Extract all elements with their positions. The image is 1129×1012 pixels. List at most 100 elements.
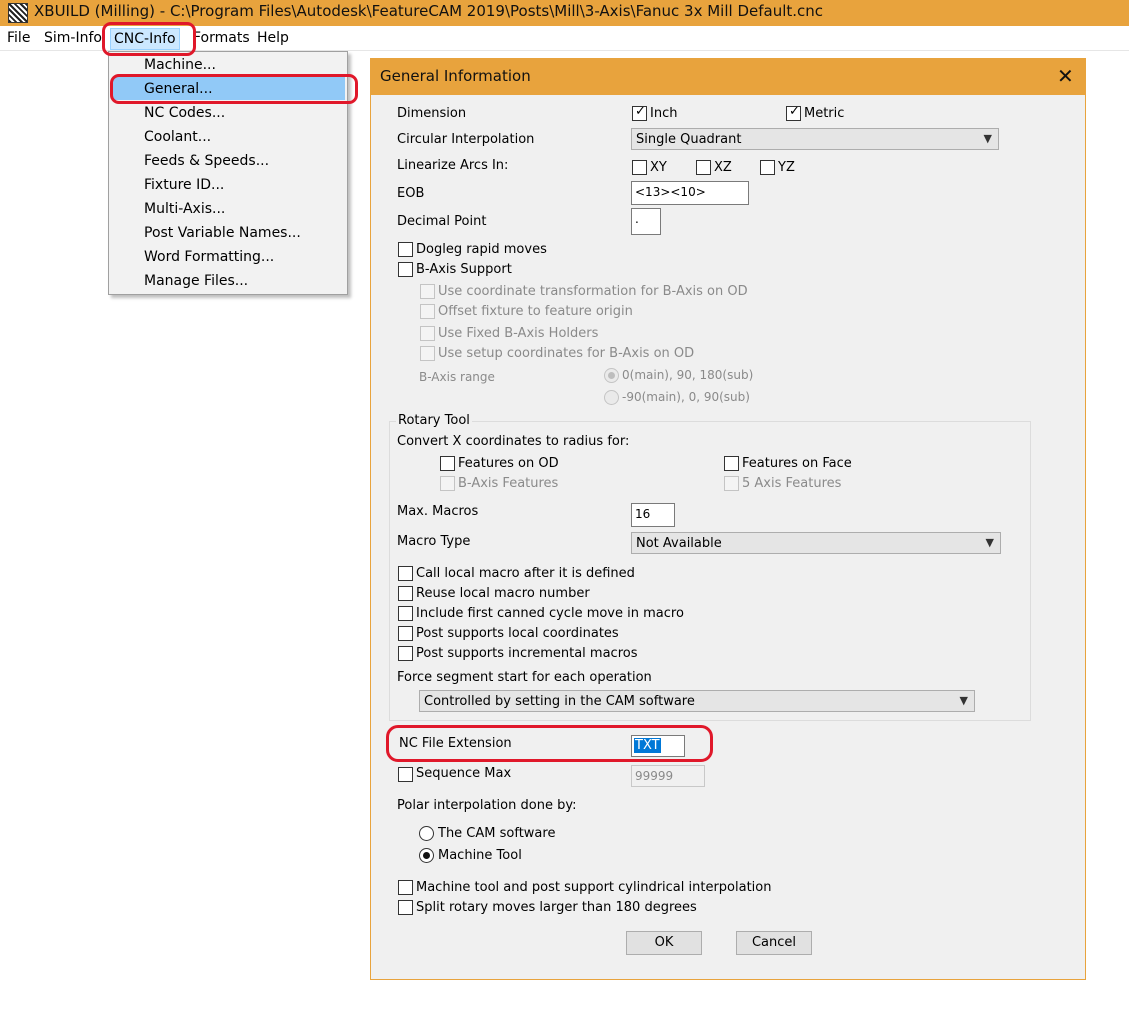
b-axis-support-checkbox[interactable] bbox=[398, 262, 413, 277]
menu-sim-info[interactable]: Sim-Info bbox=[41, 30, 105, 46]
app-icon bbox=[8, 3, 28, 23]
macro-option-checkbox[interactable] bbox=[398, 626, 413, 641]
inch-checkbox[interactable]: ✓ bbox=[632, 104, 647, 121]
force-segment-value: Controlled by setting in the CAM softwar… bbox=[424, 694, 695, 709]
macro-type-select[interactable]: Not Available ▼ bbox=[631, 532, 1001, 554]
menu-item-fixture-id[interactable]: Fixture ID... bbox=[144, 177, 224, 193]
sequence-max-value: 99999 bbox=[635, 769, 674, 783]
cancel-button[interactable]: Cancel bbox=[736, 931, 812, 955]
macro-option-label: Post supports incremental macros bbox=[416, 646, 638, 661]
b-axis-support-label: B-Axis Support bbox=[416, 262, 512, 277]
macro-option-checkbox[interactable] bbox=[398, 646, 413, 661]
dogleg-checkbox[interactable] bbox=[398, 242, 413, 257]
menu-item-nc-codes[interactable]: NC Codes... bbox=[144, 105, 225, 121]
sequence-max-checkbox[interactable] bbox=[398, 767, 413, 782]
cylindrical-interpolation-checkbox[interactable] bbox=[398, 880, 413, 895]
convert-x-label: Convert X coordinates to radius for: bbox=[397, 434, 630, 449]
b-axis-range-option-1: 0(main), 90, 180(sub) bbox=[622, 368, 754, 382]
split-rotary-label: Split rotary moves larger than 180 degre… bbox=[416, 900, 697, 915]
split-rotary-checkbox[interactable] bbox=[398, 900, 413, 915]
macro-option-label: Reuse local macro number bbox=[416, 586, 590, 601]
circular-interpolation-label: Circular Interpolation bbox=[397, 132, 535, 147]
force-segment-label: Force segment start for each operation bbox=[397, 670, 652, 685]
features-on-od-label: Features on OD bbox=[458, 456, 559, 471]
decimal-point-value: . bbox=[635, 212, 639, 226]
chevron-down-icon: ▼ bbox=[959, 694, 968, 707]
b-axis-option-checkbox[interactable] bbox=[420, 346, 435, 361]
macro-option-checkbox[interactable] bbox=[398, 566, 413, 581]
xy-checkbox[interactable] bbox=[632, 160, 647, 175]
xz-label: XZ bbox=[714, 160, 732, 175]
sequence-max-label: Sequence Max bbox=[416, 766, 512, 781]
force-segment-select[interactable]: Controlled by setting in the CAM softwar… bbox=[419, 690, 975, 712]
annotation-cnc-info bbox=[102, 22, 196, 56]
b-axis-features-checkbox[interactable] bbox=[440, 476, 455, 491]
yz-label: YZ bbox=[778, 160, 795, 175]
polar-interpolation-label: Polar interpolation done by: bbox=[397, 798, 577, 813]
b-axis-option-checkbox[interactable] bbox=[420, 284, 435, 299]
menu-item-machine[interactable]: Machine... bbox=[144, 57, 216, 73]
dialog-title: General Information bbox=[380, 67, 531, 85]
menu-help[interactable]: Help bbox=[254, 30, 292, 46]
b-axis-range-label: B-Axis range bbox=[419, 370, 495, 384]
xz-checkbox[interactable] bbox=[696, 160, 711, 175]
b-axis-range-radio-2[interactable] bbox=[604, 390, 619, 405]
metric-checkbox[interactable]: ✓ bbox=[786, 104, 801, 121]
polar-cam-software-radio[interactable] bbox=[419, 826, 434, 841]
b-axis-option-checkbox[interactable] bbox=[420, 304, 435, 319]
max-macros-input[interactable]: 16 bbox=[631, 503, 675, 527]
max-macros-label: Max. Macros bbox=[397, 504, 479, 519]
polar-cam-software-label: The CAM software bbox=[438, 826, 556, 841]
menu-formats[interactable]: Formats bbox=[190, 30, 253, 46]
menu-item-word-formatting[interactable]: Word Formatting... bbox=[144, 249, 274, 265]
b-axis-option-label: Offset fixture to feature origin bbox=[438, 304, 633, 319]
macro-type-value: Not Available bbox=[636, 536, 722, 551]
five-axis-features-label: 5 Axis Features bbox=[742, 476, 842, 491]
features-on-face-checkbox[interactable] bbox=[724, 456, 739, 471]
decimal-point-input[interactable]: . bbox=[631, 208, 661, 235]
five-axis-features-checkbox[interactable] bbox=[724, 476, 739, 491]
decimal-point-label: Decimal Point bbox=[397, 214, 487, 229]
macro-option-checkbox[interactable] bbox=[398, 606, 413, 621]
ok-button[interactable]: OK bbox=[626, 931, 702, 955]
b-axis-option-checkbox[interactable] bbox=[420, 326, 435, 341]
eob-input[interactable]: <13><10> bbox=[631, 181, 749, 205]
annotation-general bbox=[110, 74, 358, 104]
macro-option-checkbox[interactable] bbox=[398, 586, 413, 601]
linearize-arcs-label: Linearize Arcs In: bbox=[397, 158, 509, 173]
radio-dot bbox=[423, 852, 430, 859]
b-axis-option-label: Use coordinate transformation for B-Axis… bbox=[438, 284, 748, 299]
menu-file[interactable]: File bbox=[4, 30, 33, 46]
menu-item-post-variable-names[interactable]: Post Variable Names... bbox=[144, 225, 301, 241]
window-title: XBUILD (Milling) - C:\Program Files\Auto… bbox=[34, 2, 824, 20]
cylindrical-interpolation-label: Machine tool and post support cylindrica… bbox=[416, 880, 772, 895]
check-icon: ✓ bbox=[789, 104, 800, 119]
close-icon[interactable]: ✕ bbox=[1057, 64, 1074, 88]
macro-option-label: Call local macro after it is defined bbox=[416, 566, 635, 581]
xy-label: XY bbox=[650, 160, 667, 175]
annotation-nc-file-extension bbox=[386, 725, 713, 762]
menu-item-feeds-speeds[interactable]: Feeds & Speeds... bbox=[144, 153, 269, 169]
inch-label: Inch bbox=[650, 106, 678, 121]
radio-dot bbox=[608, 372, 615, 379]
b-axis-features-label: B-Axis Features bbox=[458, 476, 559, 491]
sequence-max-input[interactable]: 99999 bbox=[631, 765, 705, 787]
features-on-od-checkbox[interactable] bbox=[440, 456, 455, 471]
menu-item-coolant[interactable]: Coolant... bbox=[144, 129, 211, 145]
eob-value: <13><10> bbox=[635, 185, 706, 199]
dimension-label: Dimension bbox=[397, 106, 467, 121]
b-axis-option-label: Use setup coordinates for B-Axis on OD bbox=[438, 346, 695, 361]
check-icon: ✓ bbox=[635, 104, 646, 119]
yz-checkbox[interactable] bbox=[760, 160, 775, 175]
rotary-tool-title: Rotary Tool bbox=[396, 413, 472, 428]
polar-machine-tool-radio[interactable] bbox=[419, 848, 434, 863]
metric-label: Metric bbox=[804, 106, 845, 121]
circular-interpolation-select[interactable]: Single Quadrant ▼ bbox=[631, 128, 999, 150]
b-axis-range-radio-1[interactable] bbox=[604, 368, 619, 383]
menu-item-manage-files[interactable]: Manage Files... bbox=[144, 273, 248, 289]
macro-type-label: Macro Type bbox=[397, 534, 471, 549]
eob-label: EOB bbox=[397, 186, 425, 201]
menu-item-multi-axis[interactable]: Multi-Axis... bbox=[144, 201, 225, 217]
features-on-face-label: Features on Face bbox=[742, 456, 852, 471]
b-axis-option-label: Use Fixed B-Axis Holders bbox=[438, 326, 599, 341]
